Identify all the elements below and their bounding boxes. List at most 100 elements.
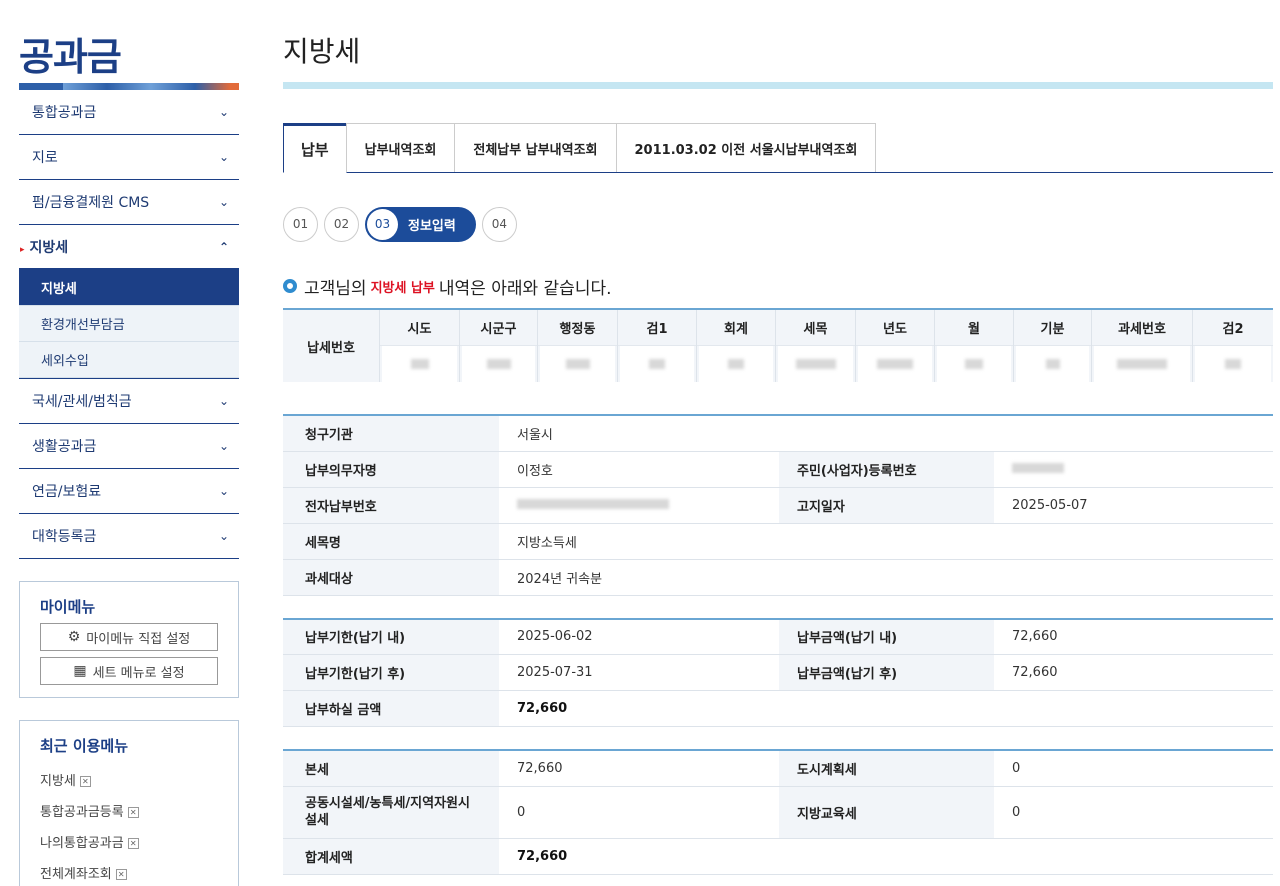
subnav-item-env[interactable]: 환경개선부담금 <box>19 306 239 342</box>
close-icon[interactable]: ✕ <box>127 838 139 849</box>
page-title: 지방세 <box>283 35 361 68</box>
recent-item-label[interactable]: 전체계좌조회 <box>40 867 112 882</box>
due-after-value: 2025-07-31 <box>499 654 779 691</box>
taxno-col-header: 검1 <box>618 310 696 346</box>
tab-all-history[interactable]: 전체납부 납부내역조회 <box>454 123 617 172</box>
taxno-value <box>937 346 1011 382</box>
mymenu-direct-label: 마이메뉴 직접 설정 <box>86 631 191 647</box>
info-heading: 고객님의 지방세 납부 내역은 아래와 같습니다. <box>283 274 1273 299</box>
main-tax-label: 본세 <box>283 750 499 787</box>
mymenu-direct-button[interactable]: ⚙ 마이메뉴 직접 설정 <box>40 623 218 651</box>
sidebar-item-living[interactable]: 생활공과금 ⌄ <box>19 424 239 469</box>
subnav-item-nontax[interactable]: 세외수입 <box>19 342 239 378</box>
chevron-down-icon: ⌄ <box>218 484 229 498</box>
reg-number-label: 주민(사업자)등록번호 <box>779 451 994 488</box>
taxno-col-header: 세목 <box>776 310 855 346</box>
recent-item-label[interactable]: 지방세 <box>40 774 76 789</box>
recent-item[interactable]: 지방세 ✕ <box>40 766 218 797</box>
sidebar: 공과금 통합공과금 ⌄ 지로 ⌄ 펌/금융결제원 CMS ⌄ ▸ 지방세 ⌃ 지방세 환경… <box>19 0 239 886</box>
taxno-value <box>462 346 535 382</box>
reg-number-value <box>994 451 1273 488</box>
taxno-col-header: 월 <box>935 310 1013 346</box>
tab-seoul-history[interactable]: 2011.03.02 이전 서울시납부내역조회 <box>615 123 877 172</box>
sidebar-item-label: 생활공과금 <box>32 439 97 455</box>
sidebar-subnav: 지방세 환경개선부담금 세외수입 <box>19 270 239 379</box>
recent-item-label[interactable]: 통합공과금등록 <box>40 805 124 820</box>
payer-value: 이정호 <box>499 451 779 488</box>
title-bar <box>283 82 1273 89</box>
agency-label: 청구기관 <box>283 415 499 452</box>
gear-icon: ⚙ <box>67 629 81 645</box>
due-table: 납부기한(납기 내) 2025-06-02 납부금액(납기 내) 72,660 … <box>283 617 1273 727</box>
recent-item-label[interactable]: 나의통합공과금 <box>40 836 124 851</box>
taxno-value <box>1016 346 1089 382</box>
close-icon[interactable]: ✕ <box>115 869 127 880</box>
sidebar-item-label: 통합공과금 <box>32 105 97 121</box>
sidebar-item-national-tax[interactable]: 국세/관세/범칙금 ⌄ <box>19 379 239 424</box>
sidebar-item-integrated[interactable]: 통합공과금 ⌄ <box>19 90 239 135</box>
amount-after-value: 72,660 <box>994 654 1273 691</box>
close-icon[interactable]: ✕ <box>127 807 139 818</box>
notice-date-label: 고지일자 <box>779 487 994 524</box>
taxno-value <box>858 346 932 382</box>
due-before-label: 납부기한(납기 내) <box>283 618 499 655</box>
chevron-up-icon: ⌃ <box>218 239 229 254</box>
tax-number-label: 납세번호 <box>283 310 380 382</box>
subnav-item-local-tax[interactable]: 지방세 <box>19 270 239 306</box>
amount-before-label: 납부금액(납기 내) <box>779 618 994 655</box>
tab-bar: 납부 납부내역조회 전체납부 납부내역조회 2011.03.02 이전 서울시납… <box>283 123 1273 173</box>
sidebar-item-label: 지로 <box>32 150 58 166</box>
sidebar-item-label: 대학등록금 <box>32 529 97 545</box>
mymenu-set-label: 세트 메뉴로 설정 <box>92 665 185 681</box>
edu-tax-value: 0 <box>994 786 1273 839</box>
chevron-down-icon: ⌄ <box>218 195 229 209</box>
sidebar-item-cms[interactable]: 펌/금융결제원 CMS ⌄ <box>19 180 239 225</box>
taxno-col-header: 시군구 <box>460 310 537 346</box>
taxno-col-header: 행정동 <box>538 310 617 346</box>
sidebar-item-giro[interactable]: 지로 ⌄ <box>19 135 239 180</box>
sidebar-item-local-tax[interactable]: ▸ 지방세 ⌃ <box>19 225 239 270</box>
info-highlight: 지방세 납부 <box>370 280 435 296</box>
main-tax-value: 72,660 <box>499 750 779 787</box>
billing-table: 청구기관 서울시 납부의무자명 이정호 주민(사업자)등록번호 전자납부번호 고… <box>283 414 1273 596</box>
total-tax-label: 합계세액 <box>283 838 499 875</box>
item-value: 지방소득세 <box>499 523 1273 560</box>
taxno-value <box>699 346 773 382</box>
mymenu-title: 마이메뉴 <box>40 598 96 616</box>
agency-value: 서울시 <box>499 415 1273 452</box>
tab-payment[interactable]: 납부 <box>283 123 347 173</box>
taxno-col-header: 검2 <box>1193 310 1273 346</box>
target-label: 과세대상 <box>283 559 499 596</box>
epay-value <box>499 487 779 524</box>
step-1: 01 <box>283 206 318 242</box>
taxno-col-header: 시도 <box>380 310 459 346</box>
taxno-col-header: 과세번호 <box>1092 310 1192 346</box>
bullet-icon <box>283 279 297 293</box>
recent-item[interactable]: 통합공과금등록 ✕ <box>40 797 218 828</box>
facility-tax-value: 0 <box>499 786 779 839</box>
sidebar-item-label: 지방세 <box>29 239 69 256</box>
chevron-down-icon: ⌄ <box>218 105 229 119</box>
info-prefix: 고객님의 <box>304 278 367 299</box>
sidebar-item-pension[interactable]: 연금/보험료 ⌄ <box>19 469 239 514</box>
sidebar-item-tuition[interactable]: 대학등록금 ⌄ <box>19 514 239 559</box>
taxno-col-header: 년도 <box>856 310 934 346</box>
recent-item[interactable]: 전체계좌조회 ✕ <box>40 859 218 886</box>
taxno-value <box>1094 346 1190 382</box>
brand-bar <box>19 83 239 90</box>
chevron-down-icon: ⌄ <box>218 150 229 164</box>
pay-amount-label: 납부하실 금액 <box>283 690 499 727</box>
urban-tax-value: 0 <box>994 750 1273 787</box>
mymenu-set-button[interactable]: ▦ 세트 메뉴로 설정 <box>40 657 218 685</box>
step-indicator: 01 02 03 정보입력 04 <box>283 206 1273 242</box>
taxno-value <box>1195 346 1271 382</box>
recent-item[interactable]: 나의통합공과금 ✕ <box>40 828 218 859</box>
step-3-number: 03 <box>367 208 398 240</box>
total-tax-value: 72,660 <box>499 838 1273 875</box>
close-icon[interactable]: ✕ <box>79 776 91 787</box>
tab-history[interactable]: 납부내역조회 <box>345 123 456 172</box>
grid-icon: ▦ <box>73 663 87 679</box>
amount-after-label: 납부금액(납기 후) <box>779 654 994 691</box>
target-value: 2024년 귀속분 <box>499 559 1273 596</box>
tax-number-table: 납세번호 시도 시군구 행정동 검1 회계 세목 년도 월 기분 과세번호 검2 <box>283 308 1273 382</box>
